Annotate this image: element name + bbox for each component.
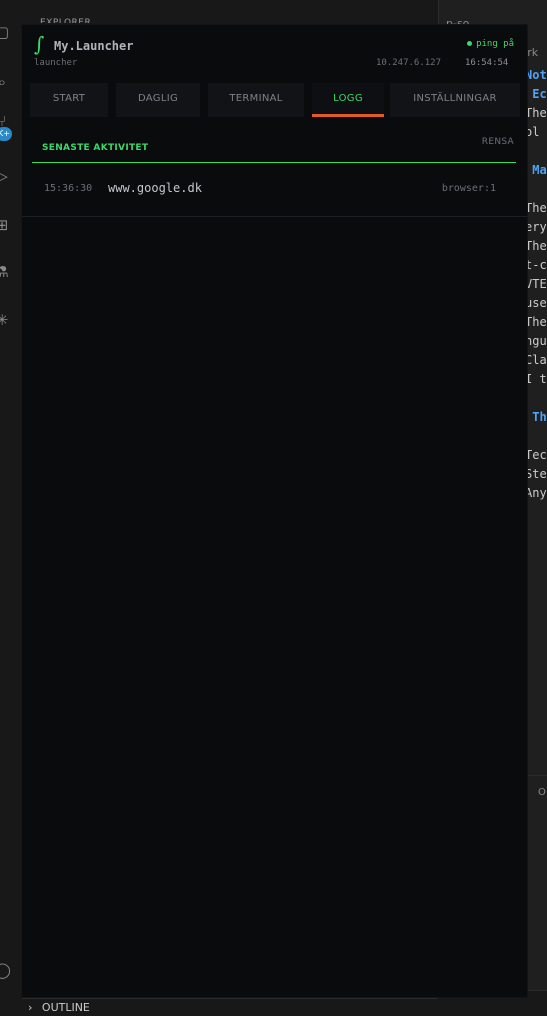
code-line: ngu: [525, 334, 547, 348]
ping-status-text: ping på: [476, 39, 514, 49]
code-line: Ste: [525, 467, 547, 481]
activity-bar: ▢ ⌕ ⑂ K+ ▷ ⊞ ⚗ ✳ ◯: [0, 0, 22, 1016]
logo-icon: ∫: [34, 32, 45, 56]
ip-address: 10.247.6.127: [376, 58, 442, 68]
code-line: Tec: [525, 448, 547, 462]
extensions-icon[interactable]: ⊞: [0, 217, 10, 233]
panel-tab[interactable]: O: [526, 775, 547, 808]
recent-activity-header: SENASTE AKTIVITET RENSA: [32, 135, 516, 163]
launcher-header: ∫ My.Launcher launcher ping på 10.247.6.…: [22, 25, 527, 79]
log-entry-text: www.google.dk: [108, 181, 202, 195]
tab-installningar[interactable]: INSTÄLLNINGAR: [390, 83, 520, 117]
chevron-right-icon: ›: [28, 1001, 33, 1014]
log-entry-source: browser:1: [441, 183, 496, 194]
account-icon[interactable]: ◯: [0, 962, 11, 978]
outline-label: OUTLINE: [41, 1001, 90, 1014]
code-line: ol: [525, 125, 540, 139]
clock: 16:54:54: [465, 58, 509, 68]
source-control-badge: K+: [0, 127, 12, 141]
tab-start[interactable]: START: [30, 83, 108, 117]
code-line: t-c: [525, 258, 547, 272]
run-debug-icon[interactable]: ▷: [0, 168, 10, 184]
launcher-window: ∫ My.Launcher launcher ping på 10.247.6.…: [22, 25, 527, 997]
code-line: The: [525, 106, 547, 120]
code-line: The: [525, 201, 547, 215]
code-line: ery: [525, 220, 547, 234]
ping-status: ping på: [467, 39, 514, 49]
code-line: The: [525, 239, 547, 253]
screen: ▢ ⌕ ⑂ K+ ▷ ⊞ ⚗ ✳ ◯ EXPLORER p-so vork No…: [0, 0, 547, 1016]
code-editor-text-top[interactable]: Not Ec The ol Ma The ery The t-c VTE use The ngu C…: [525, 66, 547, 503]
sparkle-icon[interactable]: ✳: [0, 312, 10, 328]
status-dot-icon: [467, 41, 473, 46]
code-line: Ec: [525, 87, 547, 101]
search-icon[interactable]: ⌕: [0, 74, 10, 90]
log-entry[interactable]: 15:36:30 www.google.dk browser:1: [22, 164, 527, 217]
code-line: Any: [525, 486, 547, 500]
tab-bar: START DAGLIG TERMINAL LOGG INSTÄLLNINGAR: [22, 79, 527, 119]
outline-section[interactable]: › OUTLINE: [22, 998, 438, 1016]
code-line: use: [525, 296, 547, 310]
app-title: My.Launcher: [54, 39, 134, 53]
log-entry-time: 15:36:30: [44, 183, 93, 194]
clear-button[interactable]: RENSA: [482, 137, 514, 147]
tab-terminal[interactable]: TERMINAL: [208, 83, 304, 117]
section-title: SENASTE AKTIVITET: [42, 143, 149, 153]
code-line: The: [525, 315, 547, 329]
app-subtitle: launcher: [34, 58, 78, 68]
files-icon[interactable]: ▢: [0, 24, 10, 40]
code-line: Cla: [525, 353, 547, 367]
code-line: Not: [525, 68, 547, 82]
code-line: Th: [525, 410, 547, 424]
code-line: VTE: [525, 277, 547, 291]
code-line: Ma: [525, 163, 547, 177]
code-line: I t: [525, 372, 547, 386]
tab-logg[interactable]: LOGG: [312, 83, 384, 117]
testing-icon[interactable]: ⚗: [0, 264, 10, 280]
tab-daglig[interactable]: DAGLIG: [116, 83, 200, 117]
